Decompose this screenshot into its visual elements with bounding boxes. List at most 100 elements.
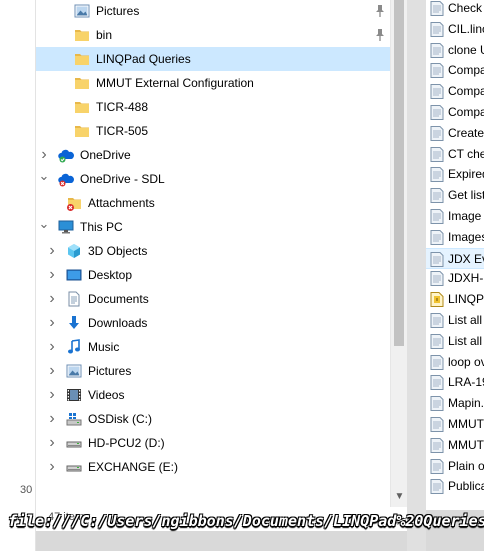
file-list-item[interactable]: loop ov bbox=[426, 352, 484, 373]
chevron-right-icon[interactable]: › bbox=[46, 407, 58, 431]
chevron-right-icon[interactable]: › bbox=[46, 263, 58, 287]
file-list-item[interactable]: CT che bbox=[426, 144, 484, 165]
nav-item-pictures[interactable]: Pictures bbox=[36, 0, 390, 23]
file-list-item[interactable]: Check bbox=[426, 0, 484, 19]
onedrive-icon bbox=[58, 147, 74, 163]
chevron-right-icon[interactable]: › bbox=[46, 383, 58, 407]
nav-item-documents[interactable]: › Documents bbox=[36, 287, 390, 311]
file-name: Compa bbox=[448, 105, 484, 119]
linq-file-icon bbox=[430, 188, 444, 204]
file-list-item[interactable]: Expired bbox=[426, 164, 484, 185]
file-name: loop ov bbox=[448, 354, 484, 369]
nav-item-label: LINQPad Queries bbox=[96, 52, 191, 66]
file-name: Plain o bbox=[448, 458, 484, 473]
nav-item-this-pc[interactable]: ⌄ This PC bbox=[36, 215, 390, 239]
nav-item-onedrive-sdl[interactable]: ⌄ OneDrive - SDL bbox=[36, 167, 390, 191]
nav-item-label: Desktop bbox=[88, 268, 133, 282]
nav-item-label: TICR-505 bbox=[96, 124, 149, 138]
file-list-item[interactable]: Compa bbox=[426, 60, 484, 81]
linq-file-icon bbox=[430, 146, 444, 162]
background-window: 30 bbox=[0, 0, 36, 551]
scrollbar-thumb[interactable] bbox=[394, 0, 404, 346]
folder-icon bbox=[74, 99, 90, 115]
file-list-item[interactable]: Compa bbox=[426, 81, 484, 102]
chevron-right-icon[interactable]: › bbox=[46, 359, 58, 383]
file-list-item[interactable]: Plain o bbox=[426, 456, 484, 477]
file-name: Expired bbox=[448, 167, 484, 182]
file-name: Publica bbox=[448, 479, 484, 494]
nav-item-desktop[interactable]: › Desktop bbox=[36, 263, 390, 287]
desktop-icon bbox=[66, 267, 82, 283]
nav-item-label: Downloads bbox=[88, 316, 148, 330]
navigation-scrollbar[interactable]: ▼ bbox=[390, 0, 407, 507]
nav-item-pictures[interactable]: › Pictures bbox=[36, 359, 390, 383]
folder-icon bbox=[74, 27, 90, 43]
drive-icon bbox=[66, 459, 82, 475]
file-list-pane[interactable]: Check CIL.linc clone U Compa Compa Compa Creat… bbox=[426, 0, 484, 510]
file-list-item[interactable]: Compa bbox=[426, 102, 484, 123]
navigation-pane[interactable]: Pictures bin LINQPad Queries MMUT External … bbox=[36, 0, 390, 507]
nav-item-music[interactable]: › Music bbox=[36, 335, 390, 359]
linq-file-icon bbox=[430, 271, 444, 287]
chevron-right-icon[interactable]: › bbox=[46, 239, 58, 263]
file-name: Mapin. bbox=[448, 396, 484, 411]
file-name: JDX Eve bbox=[448, 251, 484, 266]
file-list-item[interactable]: JDXH-6 bbox=[426, 268, 484, 289]
scroll-down-arrow-icon[interactable]: ▼ bbox=[391, 488, 408, 505]
file-name: CT che bbox=[448, 146, 484, 161]
this-pc-icon bbox=[58, 219, 74, 235]
chevron-right-icon[interactable]: › bbox=[46, 335, 58, 359]
folder-icon bbox=[74, 75, 90, 91]
nav-item-label: OneDrive bbox=[80, 148, 131, 162]
linq-file-icon bbox=[430, 437, 444, 453]
file-list-item[interactable]: LINQPa bbox=[426, 289, 484, 310]
file-list-item[interactable]: List all bbox=[426, 331, 484, 352]
chevron-down-icon[interactable]: ⌄ bbox=[38, 164, 50, 188]
nav-item-downloads[interactable]: › Downloads bbox=[36, 311, 390, 335]
nav-item-mmut-external-configuration[interactable]: MMUT External Configuration bbox=[36, 71, 390, 95]
file-list-item[interactable]: MMUT bbox=[426, 414, 484, 435]
nav-item-ticr-505[interactable]: TICR-505 bbox=[36, 119, 390, 143]
nav-item-linqpad-queries[interactable]: LINQPad Queries bbox=[36, 47, 390, 71]
file-list-item[interactable]: LRA-19 bbox=[426, 372, 484, 393]
nav-item-hd-pcu2-d[interactable]: › HD-PCU2 (D:) bbox=[36, 431, 390, 455]
nav-item-osdisk-c[interactable]: › OSDisk (C:) bbox=[36, 407, 390, 431]
file-list-item[interactable]: CIL.linc bbox=[426, 19, 484, 40]
file-list-item[interactable]: Mapin. bbox=[426, 393, 484, 414]
nav-item-label: bin bbox=[96, 28, 113, 42]
nav-item-ticr-488[interactable]: TICR-488 bbox=[36, 95, 390, 119]
nav-item-label: Documents bbox=[88, 292, 149, 306]
chevron-right-icon[interactable]: › bbox=[46, 455, 58, 479]
videos-icon bbox=[66, 387, 82, 403]
nav-item-videos[interactable]: › Videos bbox=[36, 383, 390, 407]
file-list-item[interactable]: Images bbox=[426, 227, 484, 248]
file-name: Get list bbox=[448, 188, 484, 203]
file-list-item[interactable]: Publica bbox=[426, 476, 484, 497]
folder-icon bbox=[74, 123, 90, 139]
file-list-item[interactable]: List all bbox=[426, 310, 484, 331]
nav-item-bin[interactable]: bin bbox=[36, 23, 390, 47]
nav-item-3d-objects[interactable]: › 3D Objects bbox=[36, 239, 390, 263]
linq-file-icon bbox=[430, 167, 444, 183]
file-list-item[interactable]: JDX Eve bbox=[426, 247, 484, 269]
nav-item-attachments[interactable]: Attachments bbox=[36, 191, 390, 215]
music-icon bbox=[66, 339, 82, 355]
file-list-item[interactable]: MMUT bbox=[426, 435, 484, 456]
linq-file-icon bbox=[430, 375, 444, 391]
file-list-item[interactable]: Create bbox=[426, 123, 484, 144]
file-name: Images bbox=[448, 229, 484, 244]
file-list-item[interactable]: Get list bbox=[426, 185, 484, 206]
nav-item-onedrive[interactable]: › OneDrive bbox=[36, 143, 390, 167]
file-list-item[interactable]: Image bbox=[426, 206, 484, 227]
linq-file-icon bbox=[430, 21, 444, 37]
file-list-item[interactable]: clone U bbox=[426, 40, 484, 61]
nav-item-label: MMUT External Configuration bbox=[96, 76, 254, 90]
nav-item-label: Pictures bbox=[88, 364, 132, 378]
chevron-down-icon[interactable]: ⌄ bbox=[38, 212, 50, 236]
chevron-right-icon[interactable]: › bbox=[46, 311, 58, 335]
pane-divider[interactable] bbox=[407, 0, 426, 551]
chevron-right-icon[interactable]: › bbox=[46, 431, 58, 455]
chevron-right-icon[interactable]: › bbox=[46, 287, 58, 311]
nav-item-exchange-e[interactable]: › EXCHANGE (E:) bbox=[36, 455, 390, 479]
linq-file-icon bbox=[430, 84, 444, 100]
